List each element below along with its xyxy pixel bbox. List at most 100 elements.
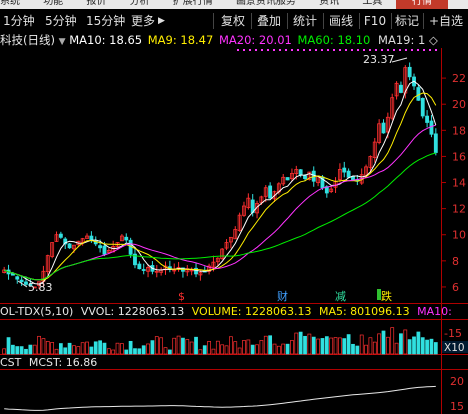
volume-bar xyxy=(294,332,299,355)
volume-bar xyxy=(355,345,360,355)
volume-bar xyxy=(124,349,129,355)
candle-body xyxy=(420,97,425,117)
candle-body xyxy=(399,84,403,93)
volume-bar xyxy=(80,342,85,355)
volume-indicator-title[interactable]: OL-TDX(5,10) xyxy=(0,305,73,318)
volume-bar xyxy=(24,348,28,355)
volume-header: OL-TDX(5,10) VVOL: 1228063.13 VOLUME: 12… xyxy=(0,304,452,319)
volume-bar xyxy=(202,345,207,355)
price-tick-label: 12 xyxy=(452,203,466,216)
volume-bar xyxy=(137,348,142,355)
volume-bar xyxy=(67,342,72,355)
volume-bar xyxy=(154,336,159,355)
volume-bar xyxy=(290,340,294,355)
candle-body xyxy=(15,276,20,280)
price-tick-label: 18 xyxy=(452,124,466,137)
candle-body xyxy=(351,176,355,181)
volume-axis-top: -15 xyxy=(444,327,462,340)
volume-bar xyxy=(333,337,338,355)
volume-bar xyxy=(159,337,164,355)
volume-bar xyxy=(303,335,307,355)
volume-bar xyxy=(89,346,94,355)
volume-bar xyxy=(63,347,68,355)
volume-bar xyxy=(416,331,421,355)
candle-body xyxy=(407,66,412,78)
event-marker-finance[interactable]: 财 xyxy=(277,289,288,303)
event-marker-dollar[interactable]: $ xyxy=(178,290,185,303)
volume-bar xyxy=(368,337,373,355)
volume-bar xyxy=(215,340,220,355)
candle-body xyxy=(285,177,290,181)
volume-bar xyxy=(37,335,41,355)
volume-bar xyxy=(329,337,334,355)
volume-bar xyxy=(181,337,185,355)
moving-average-lines xyxy=(3,80,437,285)
volume-bar xyxy=(120,343,124,355)
candle-body xyxy=(342,167,347,173)
volume-bar xyxy=(268,335,273,355)
candle-body xyxy=(67,243,72,249)
volume-bar xyxy=(242,340,246,355)
volume-bar xyxy=(98,340,102,355)
price-tick-label: 22 xyxy=(452,72,466,85)
volume-bar xyxy=(298,331,303,355)
volume-bar xyxy=(420,337,425,355)
volume-bar xyxy=(102,342,107,355)
candle-body xyxy=(381,122,386,134)
price-tick-label: 14 xyxy=(452,177,466,190)
volume-bar xyxy=(385,336,390,355)
volume-bar xyxy=(429,338,434,355)
volume-bar xyxy=(176,335,181,355)
candle-body xyxy=(19,279,24,283)
candle-body xyxy=(89,235,94,241)
volume-bar xyxy=(220,344,225,355)
volume-bar xyxy=(316,338,320,355)
volume-bar xyxy=(198,349,203,355)
price-tick-label: 8 xyxy=(452,255,459,268)
volume-bar xyxy=(272,343,277,355)
mcst-indicator-title[interactable]: CST xyxy=(0,356,21,369)
volume-bar xyxy=(381,330,386,355)
volume-bar xyxy=(351,343,355,355)
volume-bar xyxy=(259,340,264,355)
volume-bar xyxy=(346,334,351,355)
chart-canvas[interactable]: 2220181614121086 23.37 5.83 $ 财 减 跌 -15 … xyxy=(0,0,468,414)
mcst-series xyxy=(4,385,436,411)
candle-body xyxy=(298,169,303,176)
event-marker-reduce[interactable]: 减 xyxy=(335,290,346,303)
mcst-axis-20: 20 xyxy=(450,375,464,388)
volume-bar xyxy=(433,342,438,355)
candle-body xyxy=(268,185,273,199)
volume-bar xyxy=(229,336,233,355)
high-price-label: 23.37 xyxy=(363,53,395,66)
volume-bar xyxy=(115,342,120,355)
volume-bar xyxy=(150,340,155,355)
volume-bar xyxy=(407,339,412,355)
event-marker-fall[interactable]: 跌 xyxy=(381,289,392,303)
mcst-label: MCST: 16.86 xyxy=(28,356,98,369)
volume-bar xyxy=(167,349,172,355)
volume-bar xyxy=(72,345,76,355)
volume-bar xyxy=(233,341,238,355)
volume-bar xyxy=(11,344,15,355)
volume-bar xyxy=(342,338,347,355)
volume-bar xyxy=(377,333,382,355)
volume-bar xyxy=(403,329,408,355)
candle-body xyxy=(303,175,307,180)
volume-ma10-label: MA10: xyxy=(417,305,452,318)
price-tick-label: 10 xyxy=(452,229,466,242)
volume-bar xyxy=(255,344,259,355)
candle-body xyxy=(58,233,63,238)
volume-bar xyxy=(364,344,368,355)
volume-bar xyxy=(189,341,194,355)
volume-bar xyxy=(163,347,168,355)
volume-bar xyxy=(146,343,150,355)
volume-unit: X10 xyxy=(444,342,465,354)
volume-bar xyxy=(50,342,55,355)
volume-bar xyxy=(285,343,290,355)
vvol-label: VVOL: 1228063.13 xyxy=(80,305,185,318)
candle-body xyxy=(429,120,434,135)
candle-body xyxy=(124,236,129,241)
volume-bar xyxy=(41,338,46,355)
volume-bar xyxy=(359,334,364,355)
